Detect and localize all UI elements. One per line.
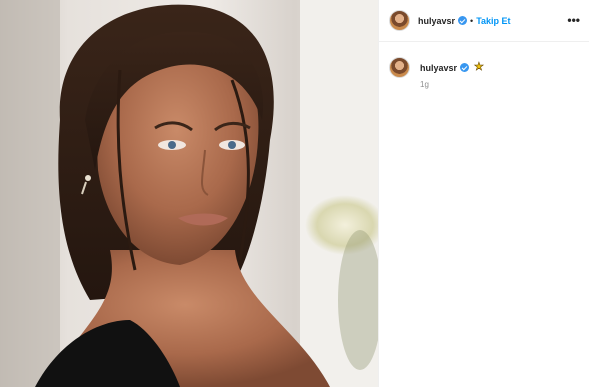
header-username[interactable]: hulyavsr: [418, 16, 455, 26]
caption-avatar[interactable]: [389, 57, 410, 78]
post-timestamp[interactable]: 1g: [420, 80, 429, 89]
more-options-icon[interactable]: •••: [567, 13, 580, 27]
post-side-panel: hulyavsr • Takip Et ••• hulyavsr ★ 1g: [378, 0, 589, 387]
caption-row: hulyavsr ★: [389, 57, 484, 78]
separator-dot: •: [470, 15, 474, 26]
post-photo[interactable]: [0, 0, 378, 387]
avatar[interactable]: [389, 10, 410, 31]
instagram-post: hulyavsr • Takip Et ••• hulyavsr ★ 1g: [0, 0, 589, 387]
post-header: hulyavsr • Takip Et •••: [379, 0, 589, 42]
caption-verified-badge-icon: [460, 63, 470, 72]
caption-username[interactable]: hulyavsr: [420, 63, 457, 73]
portrait-illustration: [0, 0, 378, 387]
verified-badge-icon: [458, 16, 468, 25]
star-emoji-icon: ★: [474, 61, 484, 73]
follow-button[interactable]: Takip Et: [476, 16, 510, 26]
